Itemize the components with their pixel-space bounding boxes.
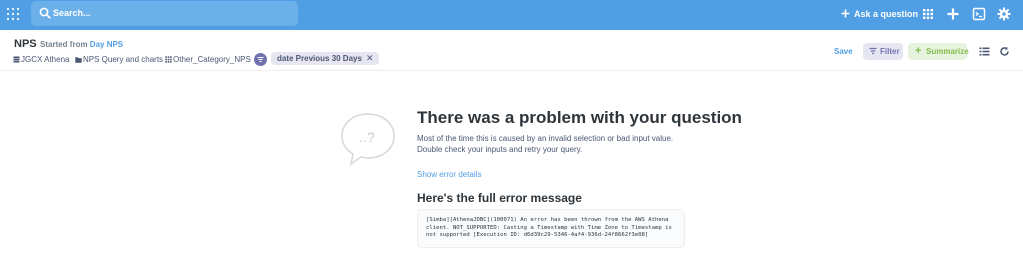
breadcrumb-table-label: Other_Category_NPS xyxy=(173,55,251,64)
error-subtitle: Here's the full error message xyxy=(417,191,582,205)
started-from-text: Started from Day NPS xyxy=(40,40,123,49)
breadcrumb-database-label: JGCX Athena xyxy=(21,55,70,64)
filter-lines-icon xyxy=(257,57,264,62)
question-title: NPS xyxy=(14,38,37,50)
summarize-button-label: Summarize xyxy=(926,47,969,56)
filter-icon xyxy=(869,47,877,55)
search-input[interactable]: Search... xyxy=(31,1,298,26)
filter-toggle-icon[interactable] xyxy=(254,53,267,66)
error-description: Most of the time this is caused by an in… xyxy=(417,134,674,154)
new-plus-icon[interactable] xyxy=(946,7,960,21)
svg-text:..?: ..? xyxy=(359,129,375,145)
started-from-prefix: Started from xyxy=(40,40,88,49)
close-icon[interactable]: ✕ xyxy=(366,53,374,63)
save-button[interactable]: Save xyxy=(834,47,853,56)
started-from-link[interactable]: Day NPS xyxy=(90,40,123,49)
snippet-icon[interactable] xyxy=(972,7,986,21)
filter-pill[interactable]: date Previous 30 Days ✕ xyxy=(271,52,380,65)
error-message-text: [Simba][AthenaJDBC](100071) An error has… xyxy=(426,217,672,239)
table-icon xyxy=(165,56,172,63)
filter-button[interactable]: Filter xyxy=(863,43,903,60)
show-error-details-link[interactable]: Show error details xyxy=(417,170,481,179)
gear-icon[interactable] xyxy=(997,7,1011,21)
top-navbar: Search... Ask a question xyxy=(0,0,1023,30)
search-placeholder: Search... xyxy=(53,8,91,18)
breadcrumb-collection-label: NPS Query and charts xyxy=(83,55,164,64)
error-message-box: [Simba][AthenaJDBC](100071) An error has… xyxy=(417,209,685,248)
ask-question-label: Ask a question xyxy=(854,9,919,19)
header-divider xyxy=(0,70,1023,71)
logo-icon[interactable] xyxy=(6,7,20,21)
plus-icon: + xyxy=(915,45,922,57)
search-icon xyxy=(39,7,51,19)
refresh-icon[interactable] xyxy=(999,46,1010,57)
question-bubble-icon: ..? xyxy=(341,113,395,166)
error-title: There was a problem with your question xyxy=(417,108,742,127)
plus-icon xyxy=(841,9,850,18)
folder-icon xyxy=(75,57,82,63)
list-icon[interactable] xyxy=(979,46,990,57)
filter-button-label: Filter xyxy=(880,47,900,56)
database-icon xyxy=(13,56,20,63)
summarize-button[interactable]: + Summarize xyxy=(908,43,969,60)
apps-grid-icon[interactable] xyxy=(921,7,935,21)
filter-pill-label: date Previous 30 Days xyxy=(277,54,362,63)
